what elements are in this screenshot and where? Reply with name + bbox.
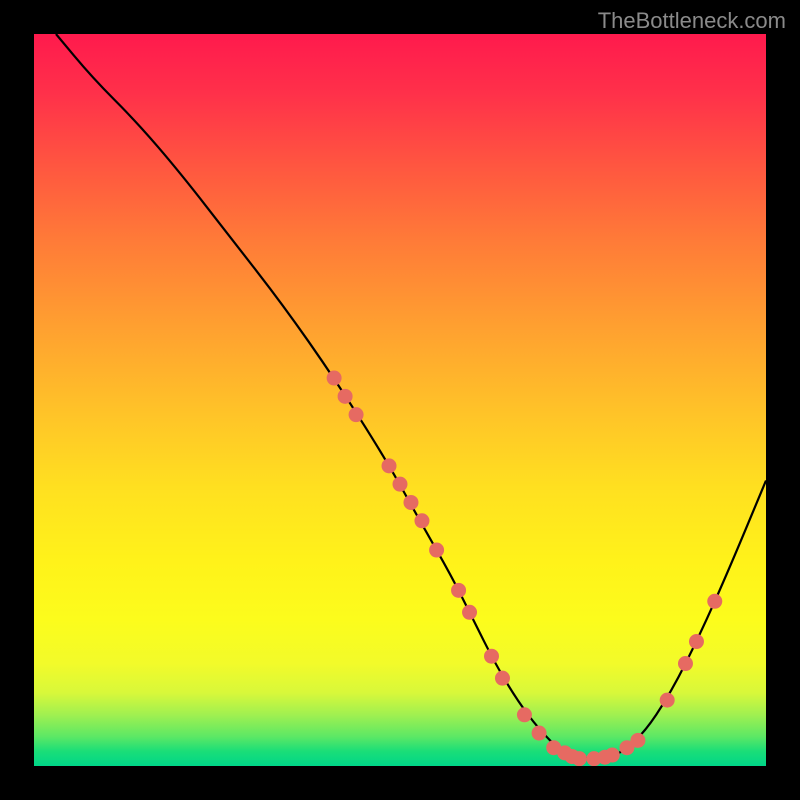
chart-data-point	[451, 583, 466, 598]
chart-data-point	[532, 726, 547, 741]
chart-data-point	[382, 458, 397, 473]
chart-data-point	[678, 656, 693, 671]
chart-data-point	[495, 671, 510, 686]
chart-svg	[34, 34, 766, 766]
chart-markers	[327, 371, 723, 766]
chart-data-point	[462, 605, 477, 620]
watermark-text: TheBottleneck.com	[598, 8, 786, 34]
chart-data-point	[605, 748, 620, 763]
chart-data-point	[338, 389, 353, 404]
chart-data-point	[517, 707, 532, 722]
chart-data-point	[393, 477, 408, 492]
chart-data-point	[689, 634, 704, 649]
chart-data-point	[660, 693, 675, 708]
chart-data-point	[327, 371, 342, 386]
chart-data-point	[707, 594, 722, 609]
chart-data-point	[349, 407, 364, 422]
chart-data-point	[630, 733, 645, 748]
chart-data-point	[429, 543, 444, 558]
chart-plot-area	[34, 34, 766, 766]
chart-data-point	[484, 649, 499, 664]
chart-data-point	[414, 513, 429, 528]
chart-data-point	[403, 495, 418, 510]
chart-curve	[56, 34, 766, 759]
chart-data-point	[572, 751, 587, 766]
